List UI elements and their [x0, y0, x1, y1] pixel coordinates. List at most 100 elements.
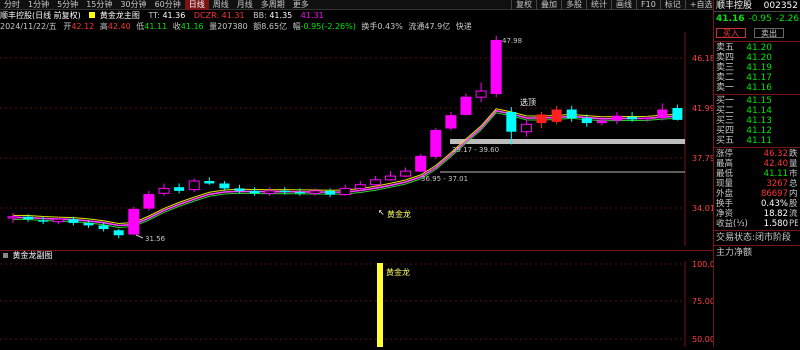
mark-button[interactable]: 标记: [659, 0, 685, 10]
multi-stock-button[interactable]: 多股: [561, 0, 586, 10]
adjust-button[interactable]: 复权: [511, 0, 536, 10]
main-flow-label[interactable]: 主力净额: [714, 247, 800, 259]
range-annotation-2: 39.17 - 39.60: [452, 146, 499, 154]
draw-button[interactable]: 画线: [611, 0, 636, 10]
bid-label: 买四: [716, 126, 735, 136]
close-value: 41.16: [180, 22, 204, 31]
main-candlestick-chart[interactable]: 46.18 41.99 37.79 34.01 47.98 31.56 36.9…: [0, 32, 715, 246]
candle[interactable]: [566, 109, 577, 119]
stat-value: 42.40: [763, 159, 788, 169]
candle[interactable]: [400, 170, 412, 177]
change-value: -0.95(-2.26%): [300, 22, 356, 31]
extra-value: 41.31: [300, 11, 324, 20]
peak-annotation: 47.98: [502, 37, 522, 45]
candle[interactable]: [627, 116, 638, 120]
period-tab-daily[interactable]: 日线: [184, 0, 209, 10]
candle[interactable]: [385, 175, 396, 181]
quote-stock-name: 顺丰控股: [716, 1, 753, 11]
candle[interactable]: [369, 179, 381, 186]
stat-value: 86697: [760, 189, 788, 199]
f10-button[interactable]: F10: [636, 0, 660, 10]
bid-row: 买四 41.12: [714, 126, 800, 136]
add-watchlist-button[interactable]: +自选: [684, 0, 717, 10]
candle[interactable]: [23, 216, 34, 220]
buy-button[interactable]: 买入: [716, 28, 746, 38]
period-tab-intraday[interactable]: 分时: [0, 0, 24, 10]
period-tab-monthly[interactable]: 月线: [233, 0, 257, 10]
candle[interactable]: [204, 181, 215, 184]
sell-button[interactable]: 卖出: [754, 28, 784, 38]
candle[interactable]: [520, 123, 532, 133]
float-label: 流通: [408, 22, 425, 31]
candle[interactable]: [294, 192, 305, 194]
bid-price: 41.13: [746, 116, 772, 126]
candle[interactable]: [445, 115, 457, 129]
candle[interactable]: [672, 108, 683, 120]
stat-tail: 内: [789, 189, 798, 199]
candle[interactable]: [68, 219, 79, 223]
bid-row: 买二 41.14: [714, 106, 800, 116]
candle[interactable]: [7, 216, 19, 219]
candle[interactable]: [430, 129, 442, 157]
candle[interactable]: [309, 190, 321, 194]
candle[interactable]: [52, 218, 64, 223]
candle[interactable]: [128, 208, 140, 235]
candle[interactable]: [219, 183, 230, 189]
candle[interactable]: [657, 109, 668, 119]
sector-tag[interactable]: 快递: [456, 22, 472, 31]
candle[interactable]: [234, 188, 245, 191]
period-tab-weekly[interactable]: 周线: [209, 0, 233, 10]
candle[interactable]: [143, 194, 155, 209]
ask-label: 卖四: [716, 53, 735, 63]
candle[interactable]: [38, 220, 49, 222]
sub-chart-svg[interactable]: 100.00 75.00 50.00 黄金龙: [0, 260, 720, 347]
ask-price: 41.16: [746, 83, 772, 93]
sub-tick-50: 50.00: [692, 335, 713, 344]
candle[interactable]: [460, 96, 472, 115]
bid-row: 买三 41.13: [714, 116, 800, 126]
select-top-annotation: 选顶: [520, 97, 536, 107]
candle[interactable]: [83, 222, 94, 226]
turnover-label: 换手: [361, 22, 378, 31]
candle[interactable]: [158, 187, 170, 194]
period-tab-30min[interactable]: 30分钟: [116, 0, 150, 10]
candle[interactable]: [506, 111, 517, 132]
sub-chart-title[interactable]: 黄金龙副图: [13, 251, 53, 260]
candle[interactable]: [249, 190, 260, 194]
candle[interactable]: [325, 190, 336, 195]
candle[interactable]: [415, 155, 427, 172]
trade-buttons: 买入 卖出: [714, 26, 800, 40]
stat-row: 净资 18.82 流: [714, 209, 800, 219]
candle[interactable]: [174, 187, 185, 191]
period-tab-multi[interactable]: 多周期: [257, 0, 289, 10]
candle[interactable]: [475, 90, 487, 98]
period-tab-5min[interactable]: 5分钟: [53, 0, 82, 10]
candle[interactable]: [339, 187, 351, 196]
candle[interactable]: [490, 39, 502, 94]
main-chart-svg[interactable]: 46.18 41.99 37.79 34.01 47.98 31.56 36.9…: [0, 32, 715, 246]
period-tab-60min[interactable]: 60分钟: [151, 0, 185, 10]
quote-panel: 顺丰控股 002352 41.16 -0.95 -2.26 买入 卖出 卖五 41…: [714, 0, 800, 347]
candle[interactable]: [536, 114, 547, 124]
candle[interactable]: [264, 190, 276, 194]
candle[interactable]: [596, 120, 607, 124]
overlay-button[interactable]: 叠加: [536, 0, 561, 10]
candle[interactable]: [98, 225, 109, 230]
ask-price: 41.20: [746, 43, 772, 53]
candle[interactable]: [354, 184, 366, 189]
sub-indicator-chart[interactable]: 100.00 75.00 50.00 黄金龙: [0, 260, 720, 347]
candle[interactable]: [279, 190, 290, 193]
stat-label: 最低: [716, 169, 734, 179]
period-tab-15min[interactable]: 15分钟: [82, 0, 116, 10]
stats-button[interactable]: 统计: [586, 0, 611, 10]
candle[interactable]: [642, 118, 653, 120]
indicator-name[interactable]: 黄金龙主图: [100, 11, 140, 20]
candle[interactable]: [612, 115, 622, 121]
period-tab-more[interactable]: 更多: [289, 0, 313, 10]
ask-row: 卖五 41.20: [714, 43, 800, 53]
candle[interactable]: [551, 109, 562, 122]
candle[interactable]: [188, 180, 200, 191]
candle[interactable]: [581, 118, 592, 124]
candle[interactable]: [113, 230, 124, 236]
period-tab-1min[interactable]: 1分钟: [24, 0, 53, 10]
